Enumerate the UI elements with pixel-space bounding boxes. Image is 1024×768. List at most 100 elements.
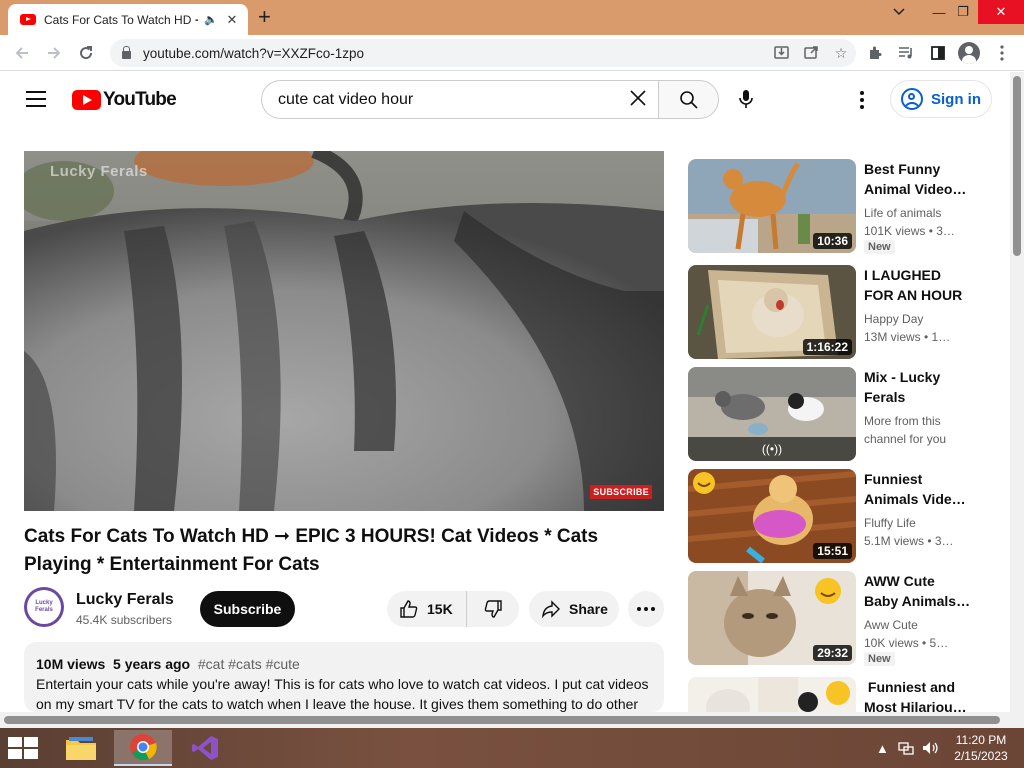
side-panel-icon[interactable] [927,43,949,63]
mix-radio-icon: ((•)) [761,442,783,456]
related-video-item[interactable]: 1:16:22 I LAUGHED FOR AN HOUR😹… Happy Da… [688,265,988,359]
clear-search-icon[interactable] [618,87,658,113]
share-page-icon[interactable] [796,45,826,62]
visual-studio-icon[interactable] [176,730,234,766]
related-video-title[interactable]: 󠀠 Funniest and Most Hilariou… [864,677,972,712]
vertical-scrollbar[interactable] [1010,72,1024,728]
share-button[interactable]: Share [529,591,619,627]
youtube-play-logo-icon [72,90,101,110]
youtube-logo[interactable]: YouTube [72,89,177,111]
related-video-title[interactable]: I LAUGHED FOR AN HOUR😹… [864,265,972,305]
share-arrow-icon [542,600,560,618]
video-thumbnail[interactable]: 10:36 [688,159,856,253]
video-thumbnail[interactable]: 29:32 [688,571,856,665]
volume-icon[interactable] [922,728,940,768]
mix-overlay: ((•)) [688,437,856,461]
channel-avatar[interactable]: Lucky Ferals [24,587,64,627]
related-mix-item[interactable]: ((•)) Mix - Lucky Ferals More from this … [688,367,988,461]
tab-close-icon[interactable]: ✕ [224,12,240,28]
tab-search-chevron-icon[interactable] [882,0,916,24]
related-video-item[interactable]: 10:36 Best Funny Animal Video… Life of a… [688,159,988,254]
restore-button[interactable]: ❐ [946,0,980,24]
search-icon [679,90,698,109]
related-video-title[interactable]: Funniest Animals Vide… [864,469,972,509]
tab-title: Cats For Cats To Watch HD ➞ EPIC 3 HOURS… [44,12,198,27]
youtube-masthead: YouTube cute cat video hour Sign in [0,72,1010,128]
related-video-item[interactable]: 15:51 Funniest Animals Vide… Fluffy Life… [688,469,988,563]
sign-in-button[interactable]: Sign in [890,80,992,118]
install-app-icon[interactable] [766,45,796,62]
reload-icon[interactable] [74,41,98,65]
related-video-channel[interactable]: Life of animals [864,204,972,222]
more-actions-button[interactable] [628,591,664,627]
related-video-channel: More from this [864,414,941,428]
voice-search-mic-icon[interactable] [734,87,758,111]
search-input[interactable]: cute cat video hour [261,80,658,119]
speaker-icon[interactable]: 🔈 [204,13,218,26]
search-query-text[interactable]: cute cat video hour [278,91,618,109]
hashtags[interactable]: #cat #cats #cute [198,656,300,672]
related-video-views: 101K views • 3… [864,224,955,238]
new-tab-button[interactable]: + [258,6,271,28]
extensions-puzzle-icon[interactable] [864,43,886,63]
channel-name[interactable]: Lucky Ferals [76,591,174,609]
horizontal-scroll-thumb[interactable] [4,716,1000,724]
video-title: Cats For Cats To Watch HD ➞ EPIC 3 HOURS… [24,526,599,575]
related-video-item[interactable]: 󠀠 Funniest and Most Hilariou… [688,677,988,712]
related-video-channel[interactable]: Happy Day [864,310,972,328]
windows-taskbar: ▲ 11:20 PM 2/15/2023 [0,728,1024,768]
profile-avatar-icon[interactable] [958,42,980,64]
related-video-channel[interactable]: Fluffy Life [864,514,972,532]
vertical-scroll-thumb[interactable] [1013,76,1021,256]
channel-avatar-text: Lucky Ferals [27,590,61,624]
subscribe-button[interactable]: Subscribe [200,591,295,627]
clock-date: 2/15/2023 [954,749,1008,763]
window-close-button[interactable]: ✕ [978,0,1024,24]
clock-time: 11:20 PM [955,733,1007,747]
horizontal-scrollbar[interactable] [0,712,1010,728]
taskbar-clock[interactable]: 11:20 PM 2/15/2023 [950,732,1012,764]
related-video-views: 10K views • 5… [864,636,949,650]
lock-icon[interactable] [122,45,131,59]
network-icon[interactable] [898,728,914,768]
settings-more-icon[interactable] [852,89,872,111]
mix-thumbnail[interactable]: ((•)) [688,367,856,461]
file-explorer-icon[interactable] [52,730,110,766]
dislike-button[interactable] [467,599,519,619]
upload-age: 5 years ago [113,656,191,672]
description-meta: 10M views 5 years ago #cat #cats #cute [36,654,652,674]
related-video-item[interactable]: 29:32 AWW Cute Baby Animals… Aww Cute 10… [688,571,988,666]
search-button[interactable] [658,80,719,119]
description-box[interactable]: 10M views 5 years ago #cat #cats #cute E… [24,642,664,712]
video-thumbnail[interactable]: 15:51 [688,469,856,563]
account-circle-icon [901,88,923,110]
browser-tab-active[interactable]: Cats For Cats To Watch HD ➞ EPIC 3 HOURS… [8,4,248,35]
video-duration: 29:32 [813,645,852,661]
new-badge: New [864,240,895,254]
video-thumbnail[interactable]: 1:16:22 [688,265,856,359]
related-video-channel[interactable]: Aww Cute [864,616,972,634]
forward-arrow-icon[interactable] [42,41,66,65]
windows-start-icon[interactable] [8,737,38,759]
related-video-title[interactable]: Mix - Lucky Ferals [864,367,972,407]
related-video-views: 13M views • 1… [864,330,951,344]
video-duration: 15:51 [813,543,852,559]
browser-toolbar: youtube.com/watch?v=XXZFco-1zpo ☆ [0,35,1024,71]
tray-overflow-chevron-icon[interactable]: ▲ [876,728,889,768]
player-subscribe-badge[interactable]: SUBSCRIBE [590,485,652,499]
guide-menu-icon[interactable] [26,91,46,107]
video-duration: 10:36 [813,233,852,249]
video-player[interactable]: Lucky Ferals SUBSCRIBE [24,151,664,511]
media-control-icon[interactable] [895,43,917,63]
url-text[interactable]: youtube.com/watch?v=XXZFco-1zpo [143,46,766,61]
address-bar[interactable]: youtube.com/watch?v=XXZFco-1zpo ☆ [110,39,856,67]
video-thumbnail[interactable] [688,677,856,712]
bookmark-star-icon[interactable]: ☆ [826,45,856,62]
related-video-title[interactable]: Best Funny Animal Video… [864,159,972,199]
like-button[interactable]: 15K [387,591,467,627]
chrome-menu-icon[interactable] [991,43,1013,63]
related-video-views: 5.1M views • 3… [864,534,954,548]
chrome-taskbar-icon[interactable] [114,730,172,766]
back-arrow-icon[interactable] [10,41,34,65]
related-video-title[interactable]: AWW Cute Baby Animals… [864,571,972,611]
